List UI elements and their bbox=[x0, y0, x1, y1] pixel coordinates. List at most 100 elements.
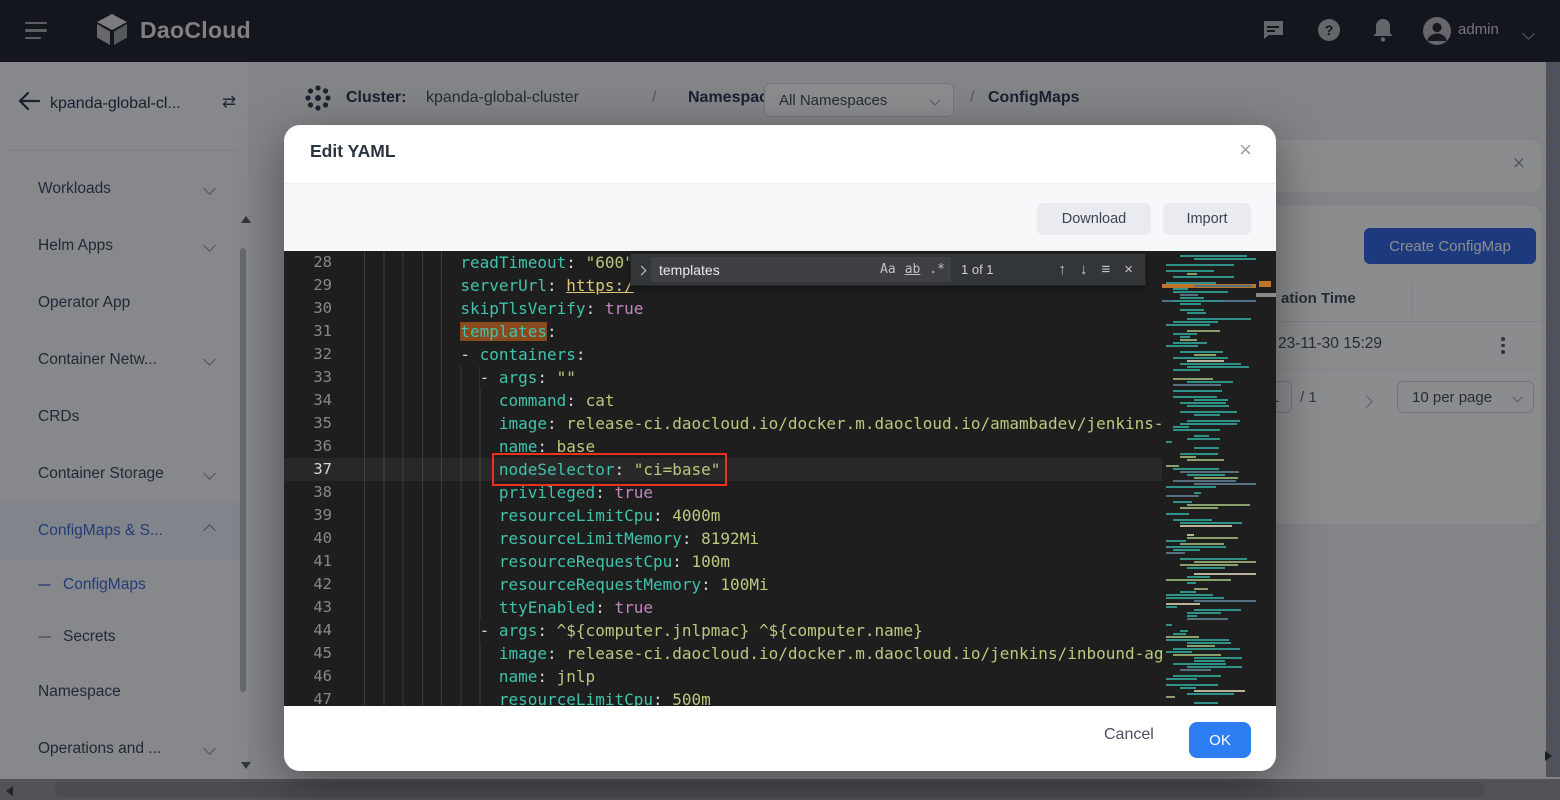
minimap[interactable] bbox=[1162, 251, 1256, 706]
code-line: nodeSelector: "ci=base" bbox=[364, 458, 720, 481]
code-token: serverUrl bbox=[460, 276, 547, 295]
minimap-line bbox=[1187, 273, 1197, 275]
indent-guides bbox=[364, 320, 460, 343]
code-line: resourceLimitMemory: 8192Mi bbox=[364, 527, 759, 550]
minimap-line bbox=[1180, 297, 1204, 299]
code-token: : bbox=[595, 483, 614, 502]
code-token: - bbox=[460, 345, 479, 364]
code-token: containers bbox=[480, 345, 576, 364]
code-token: 500m bbox=[672, 690, 711, 706]
minimap-line bbox=[1194, 573, 1256, 575]
indent-guides bbox=[364, 596, 499, 619]
minimap-line bbox=[1180, 687, 1196, 689]
minimap-line bbox=[1166, 696, 1175, 698]
code-token: resourceLimitMemory bbox=[499, 529, 682, 548]
code-line: readTimeout: "600" bbox=[364, 251, 634, 274]
regex-icon[interactable]: .* bbox=[929, 262, 945, 277]
import-button[interactable]: Import bbox=[1163, 203, 1251, 235]
minimap-line bbox=[1194, 657, 1242, 659]
minimap-line bbox=[1173, 675, 1221, 677]
code-area[interactable]: 28readTimeout: "600"29serverUrl: https:/… bbox=[284, 251, 1162, 706]
editor-scrollbar-thumb[interactable] bbox=[1256, 293, 1276, 297]
minimap-line bbox=[1180, 522, 1242, 524]
line-number: 35 bbox=[284, 412, 332, 435]
indent-guides bbox=[364, 366, 480, 389]
find-next-icon[interactable]: ↓ bbox=[1080, 261, 1088, 278]
editor-scrollbar[interactable] bbox=[1256, 251, 1276, 706]
minimap-line bbox=[1187, 537, 1238, 539]
indent-guides bbox=[364, 481, 499, 504]
cancel-button[interactable]: Cancel bbox=[1104, 726, 1154, 744]
code-line: ttyEnabled: true bbox=[364, 596, 653, 619]
line-number: 29 bbox=[284, 274, 332, 297]
download-button[interactable]: Download bbox=[1037, 203, 1151, 235]
code-line: - args: ^${computer.jnlpmac} ^${computer… bbox=[364, 619, 923, 642]
line-number: 32 bbox=[284, 343, 332, 366]
minimap-line bbox=[1194, 258, 1256, 260]
match-case-icon[interactable]: Aa bbox=[880, 262, 896, 277]
minimap-line bbox=[1180, 630, 1188, 632]
minimap-line bbox=[1173, 384, 1221, 386]
code-token: : bbox=[537, 621, 556, 640]
minimap-line bbox=[1187, 318, 1251, 320]
minimap-line bbox=[1180, 669, 1211, 671]
code-token: - bbox=[480, 621, 499, 640]
find-previous-icon[interactable]: ↑ bbox=[1058, 261, 1066, 278]
code-token: name bbox=[499, 437, 538, 456]
minimap-line bbox=[1173, 633, 1186, 635]
minimap-line bbox=[1187, 405, 1229, 407]
minimap-line bbox=[1187, 645, 1215, 647]
minimap-line bbox=[1166, 579, 1231, 581]
code-token: privileged bbox=[499, 483, 595, 502]
find-in-selection-icon[interactable]: ≡ bbox=[1101, 261, 1110, 278]
minimap-line bbox=[1173, 519, 1212, 521]
modal-close-icon[interactable]: × bbox=[1239, 137, 1252, 163]
minimap-line bbox=[1194, 492, 1201, 494]
code-token: readTimeout bbox=[460, 253, 566, 272]
minimap-line bbox=[1173, 663, 1226, 665]
code-token: : bbox=[547, 644, 566, 663]
minimap-line bbox=[1166, 606, 1177, 608]
code-token: resourceLimitCpu bbox=[499, 506, 653, 525]
minimap-line bbox=[1187, 360, 1224, 362]
minimap-line bbox=[1180, 255, 1247, 257]
code-token: command bbox=[499, 391, 566, 410]
minimap-line bbox=[1173, 396, 1217, 398]
minimap-line bbox=[1187, 642, 1231, 644]
code-token: "600" bbox=[586, 253, 634, 272]
find-input[interactable] bbox=[659, 262, 871, 278]
minimap-line bbox=[1180, 402, 1226, 404]
minimap-line bbox=[1180, 339, 1197, 341]
code-token: : bbox=[547, 322, 557, 341]
yaml-editor[interactable]: 28readTimeout: "600"29serverUrl: https:/… bbox=[284, 251, 1276, 706]
ok-button[interactable]: OK bbox=[1189, 722, 1251, 758]
code-token: : bbox=[701, 575, 720, 594]
code-line: name: jnlp bbox=[364, 665, 595, 688]
code-token: resourceRequestCpu bbox=[499, 552, 672, 571]
indent-guides bbox=[364, 274, 460, 297]
code-token: release-ci.daocloud.io/docker.m.daocloud… bbox=[566, 414, 1162, 433]
line-number: 43 bbox=[284, 596, 332, 619]
code-token: : bbox=[586, 299, 605, 318]
code-token: : bbox=[566, 253, 585, 272]
whole-word-icon[interactable]: ab bbox=[905, 262, 921, 277]
minimap-line bbox=[1166, 651, 1192, 653]
minimap-line bbox=[1173, 480, 1236, 482]
line-number: 44 bbox=[284, 619, 332, 642]
code-token: skipTlsVerify bbox=[460, 299, 585, 318]
code-token: image bbox=[499, 644, 547, 663]
code-token: args bbox=[499, 621, 538, 640]
minimap-line bbox=[1180, 303, 1201, 305]
code-token: args bbox=[499, 368, 538, 387]
find-input-wrap: Aa ab .* bbox=[651, 257, 951, 282]
minimap-line bbox=[1180, 507, 1218, 509]
find-close-icon[interactable]: × bbox=[1124, 261, 1133, 278]
find-toggle-icon[interactable] bbox=[631, 263, 651, 277]
line-number: 37 bbox=[284, 458, 332, 481]
code-line: - containers: bbox=[364, 343, 586, 366]
code-token: : bbox=[682, 529, 701, 548]
minimap-line bbox=[1166, 639, 1229, 641]
minimap-line bbox=[1180, 309, 1204, 311]
minimap-line bbox=[1166, 624, 1172, 626]
minimap-line bbox=[1166, 441, 1172, 443]
